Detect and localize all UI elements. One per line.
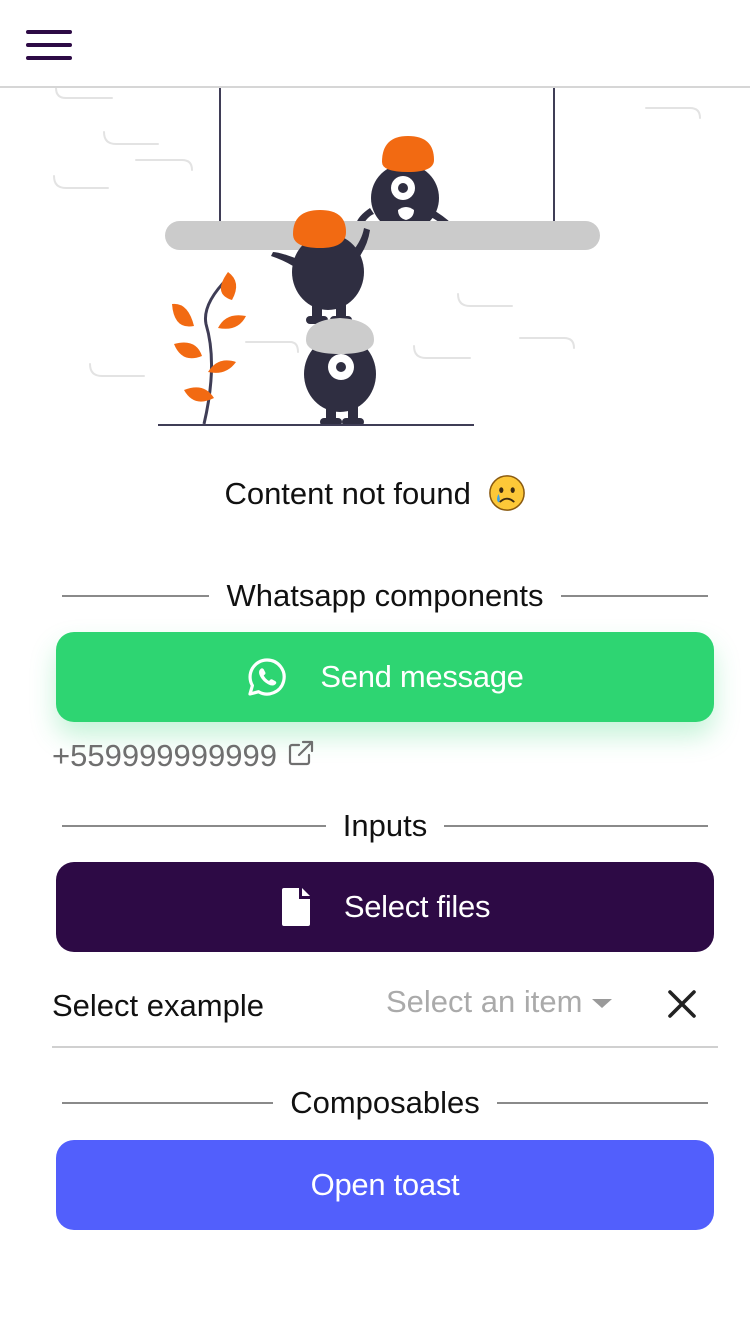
section-divider-whatsapp: Whatsapp components [62, 576, 709, 616]
section-divider-composables: Composables [62, 1083, 709, 1123]
hamburger-menu-icon[interactable] [24, 28, 74, 62]
divider-line [560, 595, 709, 597]
open-toast-label: Open toast [310, 1167, 460, 1202]
menu-line [26, 43, 72, 47]
select-label: Select example [52, 988, 264, 1023]
select-files-label: Select files [343, 889, 491, 924]
select-example-field: Select example Select an item [52, 966, 718, 1048]
divider-line [62, 1102, 274, 1104]
close-icon[interactable] [664, 986, 700, 1022]
section-title-composables: Composables [290, 1085, 480, 1120]
divider-line [496, 1102, 709, 1104]
menu-line [26, 56, 72, 60]
divider-line [62, 825, 326, 827]
open-toast-button[interactable]: Open toast [56, 1140, 714, 1230]
external-link-icon [288, 740, 314, 766]
divider-line [62, 595, 210, 597]
select-files-button[interactable]: Select files [56, 862, 714, 952]
phone-link[interactable]: +559999999999 [52, 738, 315, 774]
caret-down-icon [592, 998, 613, 1008]
crying-face-emoji [488, 474, 525, 511]
whatsapp-icon [246, 656, 288, 698]
send-message-label: Send message [320, 659, 524, 694]
menu-line [26, 30, 72, 34]
section-title-inputs: Inputs [342, 808, 428, 843]
file-icon [280, 886, 312, 928]
divider-line [444, 825, 709, 827]
phone-number: +559999999999 [52, 738, 277, 773]
select-placeholder: Select an item [386, 984, 583, 1019]
section-title-whatsapp: Whatsapp components [226, 578, 544, 613]
empty-state-text: Content not found [224, 476, 471, 511]
empty-state-message: Content not found [0, 474, 750, 515]
empty-state-illustration [53, 88, 701, 426]
send-message-button[interactable]: Send message [56, 632, 714, 722]
section-divider-inputs: Inputs [62, 806, 709, 846]
item-select[interactable]: Select an item [386, 980, 636, 1024]
top-bar [0, 0, 750, 88]
